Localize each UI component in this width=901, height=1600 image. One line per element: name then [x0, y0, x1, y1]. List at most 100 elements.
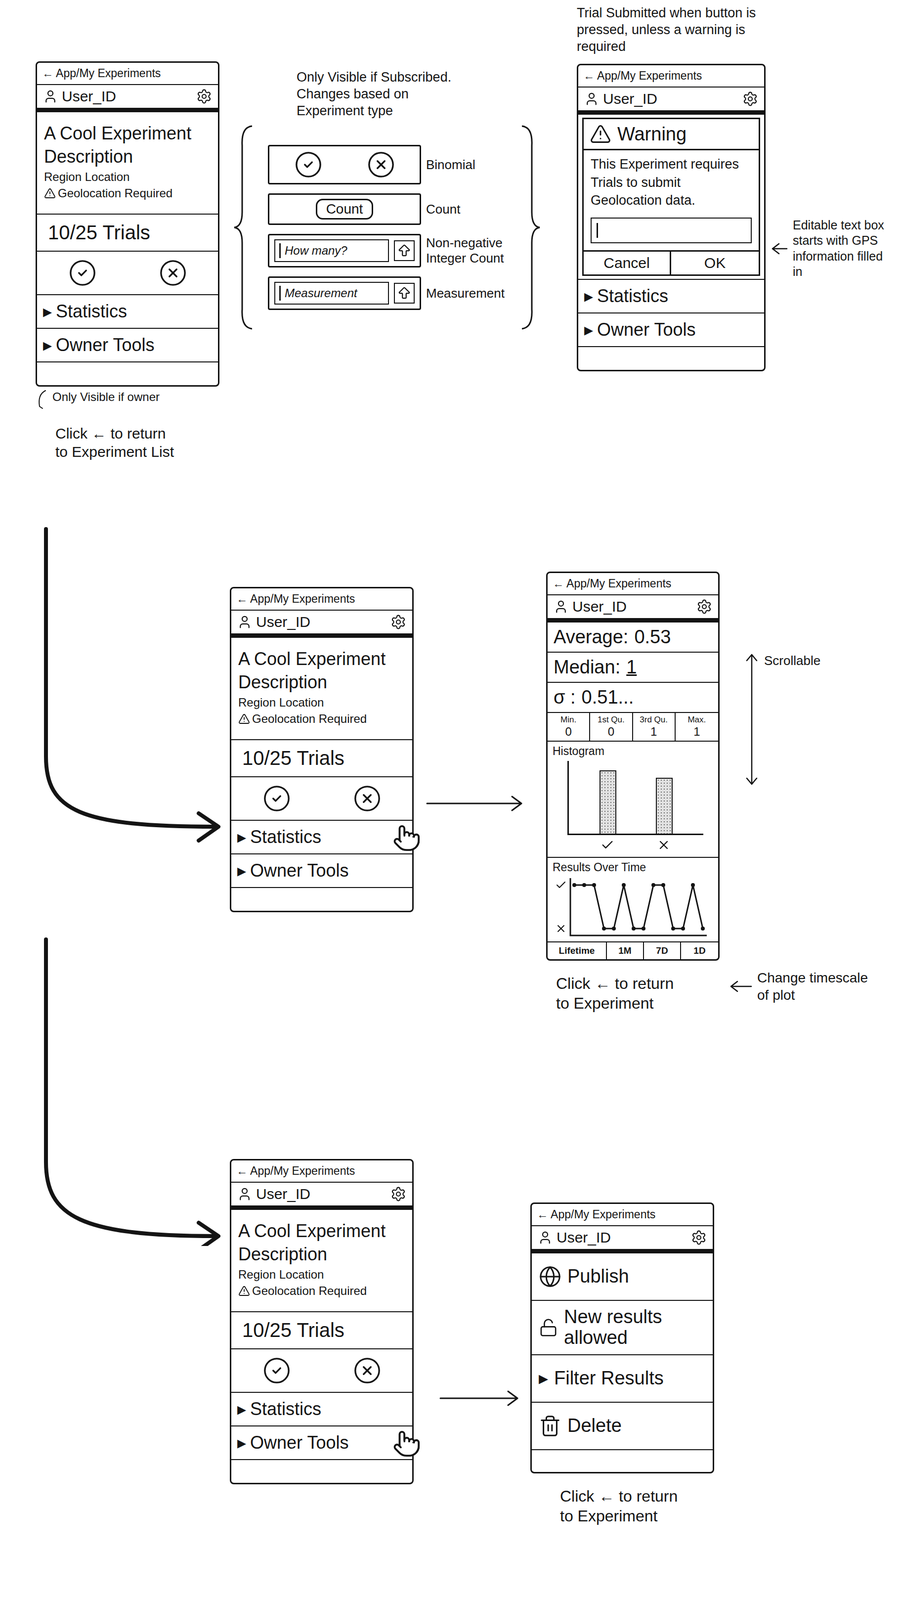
user-icon	[537, 1229, 553, 1245]
section-row[interactable]: ▸Owner Tools	[231, 1424, 413, 1459]
user-id[interactable]: User_ID	[237, 1185, 311, 1202]
submit-button[interactable]	[393, 240, 415, 261]
timeline-axis	[552, 876, 570, 937]
failure-button-icon[interactable]	[158, 258, 188, 288]
user-bar: User_ID	[37, 85, 218, 113]
user-icon	[42, 88, 58, 104]
success-button-icon[interactable]	[262, 1355, 292, 1385]
user-id[interactable]: User_ID	[553, 598, 627, 615]
section-row[interactable]: ▸Statistics	[231, 819, 413, 854]
timescale-note: Change timescale of plot	[729, 968, 881, 1004]
section-row[interactable]: ▸Owner Tools	[231, 853, 413, 887]
return-note: Click ← to return to Experiment	[530, 1485, 715, 1526]
timescale-tab[interactable]: 7D	[643, 942, 682, 959]
expand-marker: ▸	[584, 285, 594, 307]
blank-area	[37, 361, 218, 386]
success-button-icon[interactable]	[294, 150, 323, 179]
gear-icon[interactable]	[742, 90, 759, 107]
success-button-icon[interactable]	[262, 783, 292, 813]
section-row[interactable]: ▸Statistics	[231, 1391, 413, 1425]
failure-button-icon[interactable]	[352, 1355, 382, 1385]
up-arrow-icon	[396, 243, 412, 258]
back-link[interactable]: ← App/My Experiments	[547, 572, 719, 596]
warning-dialog: WarningThis Experiment requires Trials t…	[582, 117, 761, 276]
gps-text-field[interactable]	[590, 217, 752, 244]
field-note-column: Editable text box starts with GPS inform…	[771, 0, 895, 280]
gear-icon[interactable]	[390, 1185, 407, 1202]
flow-arrow-icon	[425, 793, 524, 814]
warning-phone-slot: ← App/My Experiments User_ID WarningThis E…	[576, 63, 766, 371]
back-link[interactable]: ← App/My Experiments	[37, 62, 218, 86]
input-variant: MeasurementMeasurement	[267, 276, 520, 310]
dialog-title: Warning	[583, 119, 759, 151]
warning-column: Trial Submitted when button is pressed, …	[576, 0, 766, 372]
unlocked-icon	[538, 1315, 558, 1339]
text-cursor	[279, 285, 281, 301]
count-button[interactable]: Count	[315, 198, 374, 220]
section-row[interactable]: ▸Owner Tools	[37, 327, 218, 362]
owner-tool-row[interactable]: New results allowed	[531, 1300, 713, 1355]
back-link[interactable]: ← App/My Experiments	[578, 65, 765, 88]
gear-icon[interactable]	[196, 88, 213, 105]
user-id[interactable]: User_ID	[537, 1228, 611, 1246]
user-bar: User_ID	[231, 1182, 413, 1210]
expand-marker: ▸	[42, 300, 52, 322]
input-types-group: BinomialCountCountHow many?Non-negative …	[232, 125, 547, 330]
left-brace-icon	[232, 125, 255, 330]
failure-button-icon[interactable]	[366, 150, 396, 179]
top-row: ← App/My ExperimentsUser_IDA Cool Experi…	[35, 0, 901, 524]
dialog-button[interactable]: Cancel	[583, 251, 672, 275]
owner-tool-label: Publish	[567, 1265, 630, 1287]
timescale-tab[interactable]: 1D	[681, 942, 719, 959]
user-id[interactable]: User_ID	[237, 613, 311, 631]
timescale-tab[interactable]: Lifetime	[547, 942, 607, 959]
user-bar: User_ID	[547, 595, 719, 623]
variant-box: Measurement	[267, 276, 422, 310]
quartile-cell: Min.0	[547, 712, 591, 741]
timeline-point	[641, 926, 646, 931]
gear-icon[interactable]	[390, 613, 407, 630]
variant-label: Count	[421, 201, 520, 217]
owner-tool-row[interactable]: ▸Filter Results	[531, 1354, 713, 1403]
stat-line: σ :0.51...	[547, 682, 719, 713]
experiment-description: Description	[238, 670, 406, 694]
owner-tool-row[interactable]: Publish	[531, 1252, 713, 1301]
gear-icon[interactable]	[690, 1229, 707, 1245]
chart-title: Histogram	[552, 744, 714, 758]
experiment-info: A Cool ExperimentDescriptionRegion Locat…	[37, 112, 218, 214]
expand-marker: ▸	[237, 859, 247, 881]
blank-area	[231, 886, 413, 911]
value-input[interactable]: How many?	[274, 239, 389, 262]
owner-tool-row[interactable]: Delete	[531, 1402, 713, 1450]
back-link[interactable]: ← App/My Experiments	[231, 588, 413, 611]
timescale-tab[interactable]: 1M	[606, 942, 644, 959]
histogram-bar	[599, 770, 617, 834]
histogram-labels	[567, 837, 704, 852]
section-row[interactable]: ▸Owner Tools	[578, 312, 765, 346]
experiment-info: A Cool ExperimentDescriptionRegion Locat…	[231, 1209, 413, 1311]
hand-pointer-icon	[392, 823, 422, 853]
expand-marker: ▸	[237, 1398, 247, 1419]
section-row[interactable]: ▸Statistics	[578, 278, 765, 313]
histogram-chart: Histogram	[547, 741, 719, 858]
timeline-chart: Results Over Time	[547, 857, 719, 943]
variant-label: Binomial	[421, 157, 520, 173]
submit-button[interactable]	[393, 282, 415, 304]
histogram-plot	[567, 760, 704, 835]
gear-icon[interactable]	[696, 598, 713, 615]
statistics-phone: ← App/My ExperimentsUser_IDAverage:0.53M…	[546, 571, 720, 961]
user-id[interactable]: User_ID	[42, 87, 117, 105]
value-input[interactable]: Measurement	[274, 281, 389, 305]
dialog-button[interactable]: OK	[671, 251, 759, 275]
quartile-cell: Max.1	[675, 712, 719, 741]
failure-button-icon[interactable]	[352, 783, 382, 813]
timeline-point	[601, 926, 606, 931]
back-link[interactable]: ← App/My Experiments	[531, 1203, 713, 1226]
back-link[interactable]: ← App/My Experiments	[231, 1159, 413, 1183]
scroll-note: Scrollable	[729, 652, 881, 786]
success-button-icon[interactable]	[68, 258, 97, 288]
warning-icon	[589, 123, 612, 145]
user-id[interactable]: User_ID	[584, 90, 658, 108]
section-row[interactable]: ▸Statistics	[37, 294, 218, 328]
trial-buttons	[231, 775, 413, 820]
